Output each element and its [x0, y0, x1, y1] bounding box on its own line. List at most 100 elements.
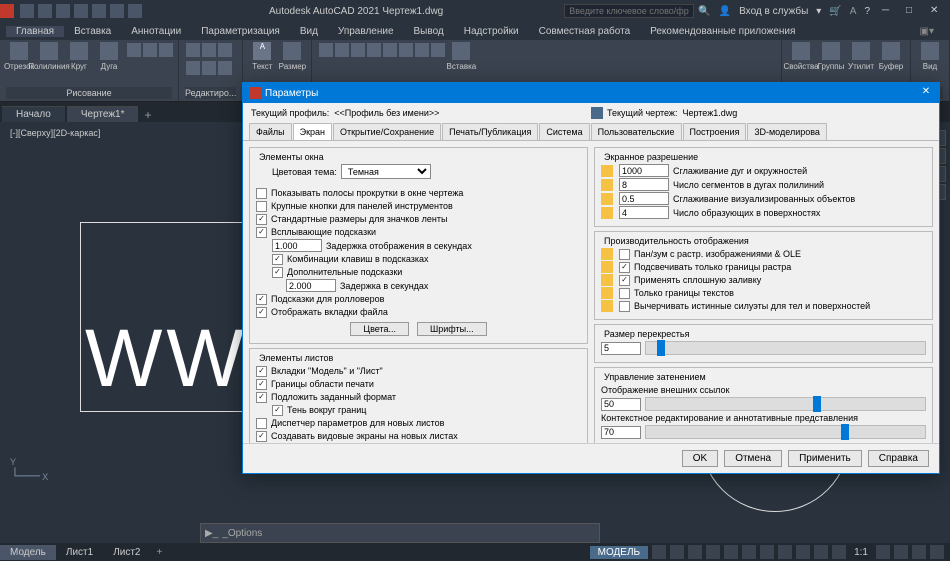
qat-print-icon[interactable]: [128, 4, 142, 18]
modify-icon[interactable]: [218, 43, 232, 57]
status-tr-icon[interactable]: [796, 545, 810, 559]
window-close-icon[interactable]: ✕: [930, 5, 942, 17]
status-osnap-icon[interactable]: [724, 545, 738, 559]
line-button[interactable]: Отрезок: [6, 42, 32, 78]
command-line[interactable]: ▶_ _Options: [200, 523, 600, 543]
modify-icon[interactable]: [202, 61, 216, 75]
arc-button[interactable]: Дуга: [96, 42, 122, 78]
fonts-button[interactable]: Шрифты...: [417, 322, 487, 336]
cancel-button[interactable]: Отмена: [724, 450, 782, 467]
tab-home[interactable]: Главная: [6, 26, 64, 37]
cb-paperbg[interactable]: [256, 392, 267, 403]
tab-parametric[interactable]: Параметризация: [191, 26, 290, 37]
search-input[interactable]: [564, 4, 694, 18]
status-sc-icon[interactable]: [832, 545, 846, 559]
modify-icon[interactable]: [218, 61, 232, 75]
cb-stdicons[interactable]: [256, 214, 267, 225]
slider-ctx[interactable]: [645, 425, 926, 439]
status-ortho-icon[interactable]: [688, 545, 702, 559]
properties-button[interactable]: Свойства: [788, 42, 814, 78]
cb-ext-tips[interactable]: [272, 267, 283, 278]
circle-button[interactable]: Круг: [66, 42, 92, 78]
status-model[interactable]: МОДЕЛЬ: [590, 546, 648, 559]
chevron-down-icon[interactable]: ▾: [816, 6, 821, 17]
ucs-icon[interactable]: Y└── X: [10, 457, 48, 483]
inp-ctx-fade[interactable]: [601, 426, 641, 439]
qat-new-icon[interactable]: [20, 4, 34, 18]
status-otrack-icon[interactable]: [742, 545, 756, 559]
cb-shadow[interactable]: [272, 405, 283, 416]
status-gear-icon[interactable]: [876, 545, 890, 559]
apply-button[interactable]: Применить: [788, 450, 862, 467]
layer-icon[interactable]: [415, 43, 429, 57]
ribbon-collapse-icon[interactable]: ▣▾: [910, 26, 944, 37]
cb-rollover[interactable]: [256, 294, 267, 305]
inp-tooltip-delay[interactable]: [272, 239, 322, 252]
hatch-icon[interactable]: [143, 43, 157, 57]
clipboard-button[interactable]: Буфер: [878, 42, 904, 78]
opt-tab-display[interactable]: Экран: [293, 123, 332, 140]
cb-vports[interactable]: [256, 431, 267, 442]
layer-icon[interactable]: [431, 43, 445, 57]
layer-icon[interactable]: [383, 43, 397, 57]
modify-icon[interactable]: [202, 43, 216, 57]
help-button[interactable]: Справка: [868, 450, 929, 467]
inp-ext-delay[interactable]: [286, 279, 336, 292]
modify-icon[interactable]: [186, 43, 200, 57]
autodesk-icon[interactable]: A: [850, 6, 857, 17]
cb-textframe[interactable]: [619, 288, 630, 299]
cb-panzoom[interactable]: [619, 249, 630, 260]
inp-surf-lines[interactable]: [619, 206, 669, 219]
opt-tab-plot[interactable]: Печать/Публикация: [442, 123, 538, 140]
opt-tab-system[interactable]: Система: [539, 123, 589, 140]
status-snap-icon[interactable]: [670, 545, 684, 559]
ok-button[interactable]: OK: [682, 450, 718, 467]
cb-solidfill[interactable]: [619, 275, 630, 286]
view-button[interactable]: Вид: [917, 42, 943, 78]
status-grid-icon[interactable]: [652, 545, 666, 559]
text-button[interactable]: AТекст: [249, 42, 275, 78]
tab-manage[interactable]: Управление: [328, 26, 404, 37]
inp-arc-smooth[interactable]: [619, 164, 669, 177]
viewport-label[interactable]: [-][Сверху][2D-каркас]: [10, 128, 100, 138]
status-polar-icon[interactable]: [706, 545, 720, 559]
status-scale[interactable]: 1:1: [850, 547, 872, 558]
layout-tab-1[interactable]: Лист1: [56, 545, 103, 560]
cb-shortcut-tips[interactable]: [272, 254, 283, 265]
status-qp-icon[interactable]: [814, 545, 828, 559]
opt-tab-opensave[interactable]: Открытие/Сохранение: [333, 123, 441, 140]
qat-save-icon[interactable]: [56, 4, 70, 18]
cb-silhouettes[interactable]: [619, 301, 630, 312]
status-iso-icon[interactable]: [894, 545, 908, 559]
inp-render-smooth[interactable]: [619, 192, 669, 205]
panel-title-draw[interactable]: Рисование: [6, 87, 172, 99]
cb-printarea[interactable]: [256, 379, 267, 390]
status-custom-icon[interactable]: [930, 545, 944, 559]
utilities-button[interactable]: Утилит: [848, 42, 874, 78]
tab-collab[interactable]: Совместная работа: [529, 26, 641, 37]
cb-pagemgr[interactable]: [256, 418, 267, 429]
qat-saveas-icon[interactable]: [74, 4, 88, 18]
slider-crosshair[interactable]: [645, 341, 926, 355]
tab-featured[interactable]: Рекомендованные приложения: [640, 26, 805, 37]
cb-rasterframe[interactable]: [619, 262, 630, 273]
window-maximize-icon[interactable]: □: [906, 5, 918, 17]
qat-redo-icon[interactable]: [110, 4, 124, 18]
panel-title-modify[interactable]: Редактиро...: [185, 87, 236, 99]
tab-annotate[interactable]: Аннотации: [121, 26, 191, 37]
layout-tab-model[interactable]: Модель: [0, 545, 56, 560]
groups-button[interactable]: Группы: [818, 42, 844, 78]
layer-icon[interactable]: [399, 43, 413, 57]
layout-tab-add[interactable]: +: [151, 547, 169, 558]
doc-tab-drawing[interactable]: Чертеж1*: [67, 106, 139, 122]
opt-tab-files[interactable]: Файлы: [249, 123, 292, 140]
status-dyn-icon[interactable]: [760, 545, 774, 559]
status-lw-icon[interactable]: [778, 545, 792, 559]
slider-xref[interactable]: [645, 397, 926, 411]
inp-poly-seg[interactable]: [619, 178, 669, 191]
insert-button[interactable]: Вставка: [448, 42, 474, 78]
help-icon[interactable]: ?: [864, 6, 870, 17]
login-text[interactable]: Вход в службы: [739, 6, 808, 17]
cart-icon[interactable]: 🛒: [829, 6, 841, 17]
search-icon[interactable]: 🔍: [698, 6, 710, 17]
